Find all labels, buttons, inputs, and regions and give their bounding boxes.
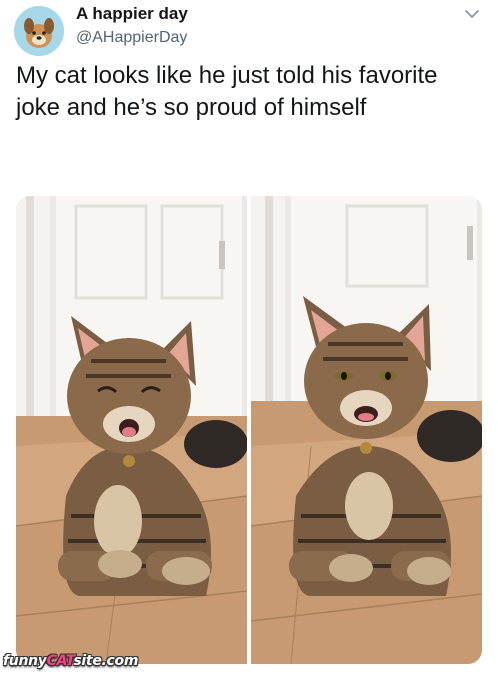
chevron-down-icon[interactable] [460,2,484,26]
watermark-prefix: funny [3,653,47,669]
avatar[interactable] [14,6,64,56]
cat-smiling-eyes-open-photo[interactable] [251,196,482,664]
tweet-text: My cat looks like he just told his favor… [16,62,438,121]
cat-laughing-eyes-closed-photo[interactable] [16,196,247,664]
display-name[interactable]: A happier day [76,4,188,24]
watermark-highlight: CAT [46,653,74,669]
dog-avatar-icon [14,6,64,56]
watermark-suffix: site.com [73,653,139,669]
tweet-media[interactable] [16,196,482,664]
funnycatsite-watermark: funnyCATsite.com [3,653,138,669]
user-handle[interactable]: @AHappierDay [76,29,187,47]
